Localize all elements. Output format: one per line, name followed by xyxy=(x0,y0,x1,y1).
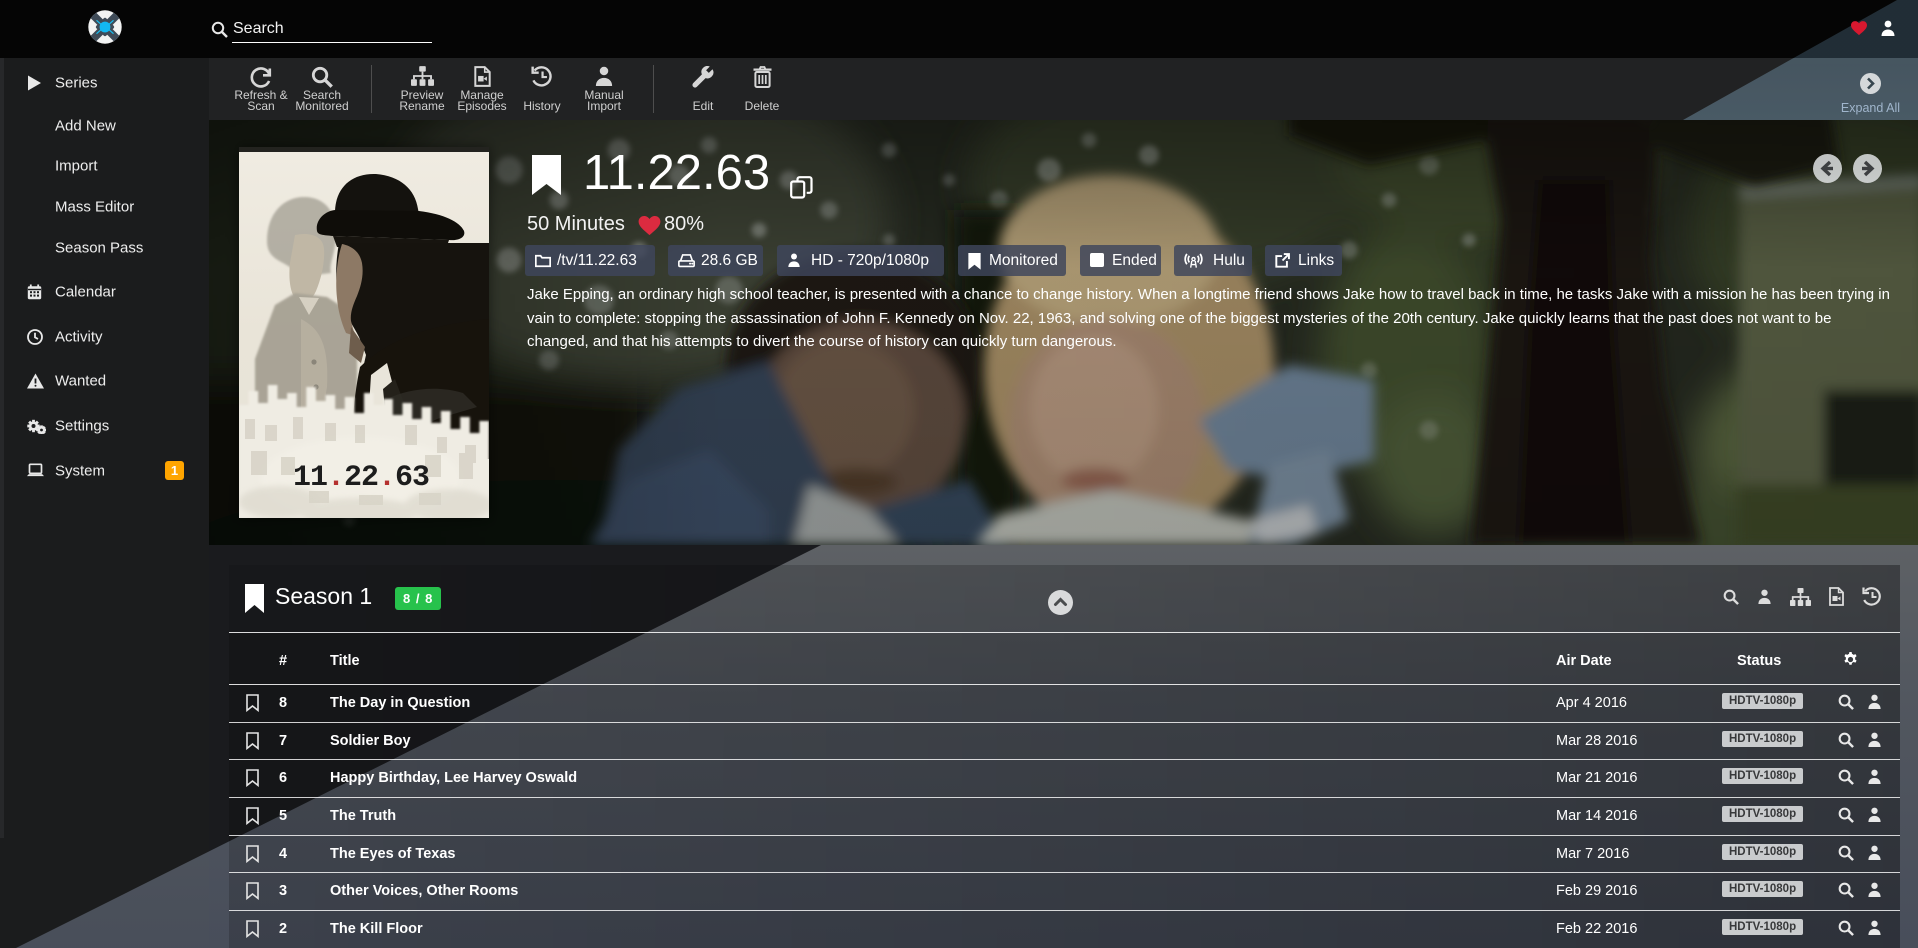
svg-text:11.22.63: 11.22.63 xyxy=(293,461,429,495)
